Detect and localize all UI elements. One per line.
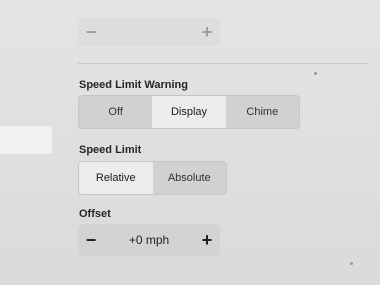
- offset-label: Offset: [79, 208, 111, 220]
- increase-button[interactable]: +: [194, 22, 220, 43]
- offset-increase-button[interactable]: +: [194, 230, 220, 251]
- screen-glare: [0, 126, 52, 154]
- section-divider: [78, 63, 368, 64]
- offset-value: +0 mph: [128, 233, 170, 247]
- decrease-button[interactable]: −: [78, 22, 104, 43]
- warning-option-chime[interactable]: Chime: [226, 96, 299, 128]
- faded-stepper[interactable]: − +: [78, 18, 220, 46]
- offset-stepper[interactable]: − +0 mph +: [78, 224, 220, 256]
- speed-limit-option-relative[interactable]: Relative: [79, 162, 153, 194]
- speed-limit-warning-selector[interactable]: Off Display Chime: [78, 95, 300, 129]
- speed-limit-warning-label: Speed Limit Warning: [79, 79, 188, 91]
- screen-speck: [350, 262, 353, 265]
- warning-option-display[interactable]: Display: [152, 96, 226, 128]
- offset-decrease-button[interactable]: −: [78, 230, 104, 251]
- screen-speck: [314, 72, 317, 75]
- warning-option-off[interactable]: Off: [79, 96, 152, 128]
- speed-limit-label: Speed Limit: [79, 144, 142, 156]
- speed-limit-selector[interactable]: Relative Absolute: [78, 161, 227, 195]
- speed-limit-option-absolute[interactable]: Absolute: [153, 162, 227, 194]
